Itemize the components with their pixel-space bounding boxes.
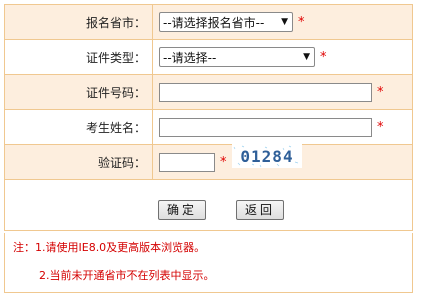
idtype-select[interactable]: --请选择-- ▼ xyxy=(159,47,315,67)
required-mark: * xyxy=(220,154,227,170)
name-cell: * xyxy=(152,109,413,145)
button-row: 确定 返回 xyxy=(4,179,413,231)
name-label: 考生姓名： xyxy=(4,109,153,145)
idtype-label: 证件类型： xyxy=(4,39,153,75)
captcha-text: 01284 xyxy=(241,147,294,166)
province-label: 报名省市： xyxy=(4,4,153,40)
province-select[interactable]: --请选择报名省市-- ▼ xyxy=(159,12,293,32)
province-cell: --请选择报名省市-- ▼ * xyxy=(152,4,413,40)
captcha-label: 验证码： xyxy=(4,144,153,180)
required-mark: * xyxy=(377,84,384,100)
captcha-input[interactable] xyxy=(159,152,215,172)
back-button[interactable]: 返回 xyxy=(236,200,285,220)
confirm-button[interactable]: 确定 xyxy=(158,200,207,220)
required-mark: * xyxy=(377,119,384,135)
chevron-down-icon: ▼ xyxy=(281,17,288,27)
idnumber-label: 证件号码： xyxy=(4,74,153,110)
note-line-1: 注：1.请使用IE8.0及更高版本浏览器。 xyxy=(13,241,206,254)
name-input[interactable] xyxy=(159,117,372,137)
required-mark: * xyxy=(320,49,327,65)
required-mark: * xyxy=(298,14,305,30)
chevron-down-icon: ▼ xyxy=(303,52,310,62)
query-form: 报名省市： --请选择报名省市-- ▼ * 证件类型： --请选择-- ▼ * 证件号码… xyxy=(4,4,413,231)
notes-panel: 注：1.请使用IE8.0及更高版本浏览器。 2.当前未开通省市不在列表中显示。 xyxy=(4,233,413,293)
captcha-cell: * 01284 xyxy=(152,144,413,180)
note-line-2: 2.当前未开通省市不在列表中显示。 xyxy=(39,269,215,282)
idnumber-input[interactable] xyxy=(159,82,372,102)
idnumber-cell: * xyxy=(152,74,413,110)
captcha-image[interactable]: 01284 xyxy=(232,144,303,168)
idtype-cell: --请选择-- ▼ * xyxy=(152,39,413,75)
